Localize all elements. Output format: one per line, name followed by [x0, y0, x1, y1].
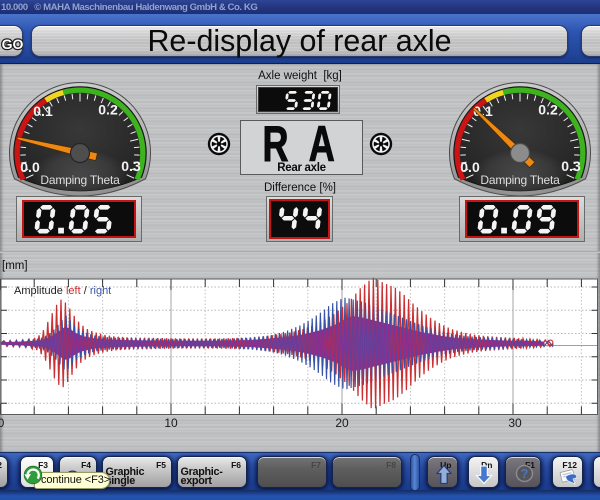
svg-text:0.0: 0.0	[460, 159, 480, 175]
svg-text:?: ?	[521, 467, 529, 481]
svg-text:GO: GO	[2, 36, 23, 52]
svg-text:0.2: 0.2	[538, 102, 558, 118]
svg-text:0.2: 0.2	[98, 102, 118, 118]
svg-text:0.0: 0.0	[20, 159, 40, 175]
svg-text:0.3: 0.3	[121, 158, 141, 174]
svg-text:0.3: 0.3	[561, 158, 581, 174]
svg-text:0.1: 0.1	[33, 103, 53, 119]
